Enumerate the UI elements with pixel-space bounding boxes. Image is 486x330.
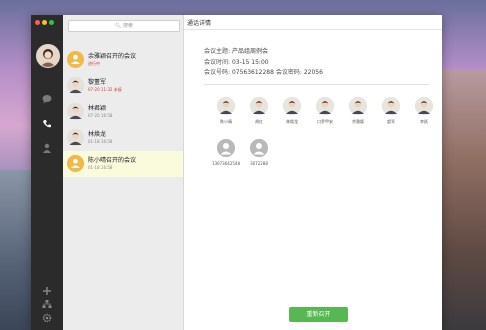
participant-name: 口罗甲安 [317,119,333,124]
conversation-name: 林焕龙 [88,131,107,138]
participant[interactable]: 陈小晴 [208,97,244,125]
participant[interactable]: 口罗甲安 [307,97,343,125]
participant[interactable]: 李跃 [406,97,442,125]
contact-avatar [67,77,84,94]
search-placeholder: 搜索 [122,23,133,29]
participant-name: 胡红 [255,119,263,124]
close-window-button[interactable] [35,20,40,25]
meeting-number-label: 会议号码: [204,69,231,76]
participant-avatar [250,139,268,157]
meeting-time-label: 会议时间: [204,59,231,66]
participant[interactable]: 胡红 [241,97,277,125]
settings-gear-icon[interactable] [42,313,52,323]
participant-avatar [415,97,433,115]
conversation-status: 07-20 16:58 [88,113,113,118]
participant-avatar [217,97,235,115]
detail-title: 通话详情 [187,20,212,27]
participant[interactable]: 13673642548 [208,139,244,166]
participant-avatar [250,97,268,115]
participant-name: 李跃 [420,119,428,124]
wallpaper-mountain-right [440,70,486,330]
conversation-status: 进行中 [88,61,100,66]
participant-avatar [382,97,400,115]
meeting-topic: 会议主题: 产品组周例会 [204,46,268,55]
contacts-icon[interactable] [42,143,52,153]
participant[interactable]: 超军 [373,97,409,125]
participant[interactable]: 林焕龙 [274,97,310,125]
restart-meeting-button[interactable]: 重新召开 [289,307,348,322]
conversation-name: 余雅颖召开的会议 [88,53,137,60]
participant-name: 13673642548 [212,161,240,166]
conversation-item[interactable]: 黎董军 07-20 11:32 未接 [63,73,183,99]
participant-name: 超军 [387,119,395,124]
meeting-password-label: 会议密码: [275,69,302,76]
participant-avatar [217,139,235,157]
minimize-window-button[interactable] [42,20,47,25]
participant-avatar [349,97,367,115]
conversation-status: 01-18 16:58 [88,139,113,144]
participant-name: 3072288 [250,161,268,166]
meeting-number-value: 07563612288 [231,69,274,76]
call-detail-panel: 通话详情 会议主题: 产品组周例会 会议时间: 03-15 15:00 会议号码… [184,15,442,330]
user-avatar[interactable] [36,44,60,68]
conference-icon [67,51,84,68]
meeting-topic-value: 产品组周例会 [231,48,268,55]
conference-icon [67,155,84,172]
conversation-list: 🔍︎ 搜索 余雅颖召开的会议 进行中 黎董军 07-20 11:32 未接 林君颖 07-… [63,15,184,330]
participant-avatar [316,97,334,115]
participant[interactable]: 3072288 [241,139,277,166]
conversation-item[interactable]: 陈小晴召开的会议 01-18 16:58 [63,151,183,177]
search-input[interactable]: 🔍︎ 搜索 [68,20,180,32]
meeting-time: 会议时间: 03-15 15:00 [204,57,269,66]
meeting-time-value: 03-15 15:00 [231,59,269,66]
meeting-topic-label: 会议主题: [204,48,231,55]
info-divider [204,84,430,85]
conversation-item[interactable]: 余雅颖召开的会议 进行中 [63,47,183,73]
participant[interactable]: 余雅颖 [340,97,376,125]
conversation-name: 黎董军 [88,79,107,86]
conversation-name: 陈小晴召开的会议 [88,157,137,164]
meeting-password-value: 22056 [303,69,323,76]
conversation-name: 林君颖 [88,105,107,112]
phone-icon[interactable] [42,119,52,129]
participant-name: 余雅颖 [352,119,364,124]
chat-icon[interactable] [42,94,52,104]
conversation-item[interactable]: 林君颖 07-20 16:58 [63,99,183,125]
search-icon: 🔍︎ [115,23,122,29]
add-icon[interactable] [42,286,52,296]
contact-avatar [67,103,84,120]
organization-icon[interactable] [42,299,52,309]
participant-name: 陈小晴 [220,119,232,124]
contact-avatar [67,129,84,146]
conversation-status: 01-18 16:58 [88,165,113,170]
zoom-window-button[interactable] [49,20,54,25]
sidebar [31,15,63,330]
participant-avatar [283,97,301,115]
meeting-number: 会议号码: 07563612288 会议密码: 22056 [204,67,323,76]
title-divider [184,29,442,30]
conversation-status: 07-20 11:32 未接 [88,87,122,92]
app-window: 🔍︎ 搜索 余雅颖召开的会议 进行中 黎董军 07-20 11:32 未接 林君颖 07-… [31,15,442,330]
conversation-item[interactable]: 林焕龙 01-18 16:58 [63,125,183,151]
participant-name: 林焕龙 [286,119,298,124]
